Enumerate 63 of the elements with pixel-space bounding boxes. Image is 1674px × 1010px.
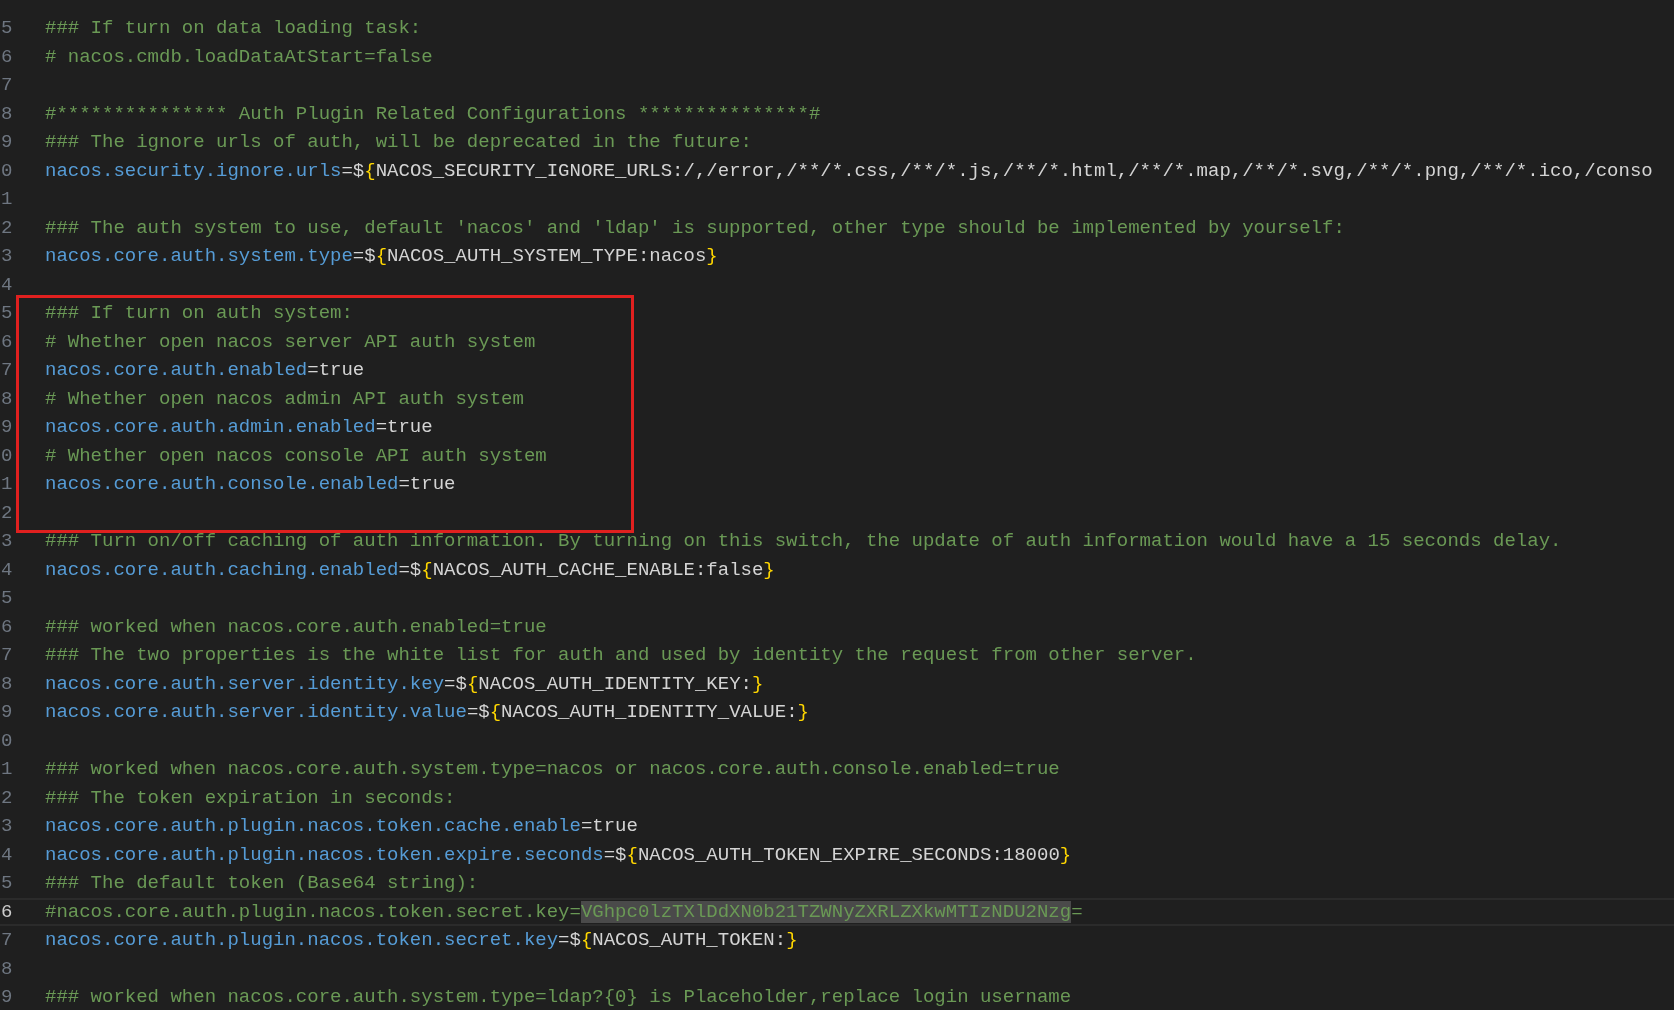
line-number: 1 [0, 758, 13, 781]
code-line: # Whether open nacos server API auth system [45, 330, 536, 353]
line-number: 1 [0, 188, 13, 211]
line-number: 3 [0, 815, 13, 838]
code-line: nacos.core.auth.admin.enabled=true [45, 416, 433, 439]
line-number: 7 [0, 929, 13, 952]
code-line: ### worked when nacos.core.auth.enabled=true [45, 615, 547, 638]
line-number: 8 [0, 387, 13, 410]
code-line: ### The two properties is the white list for auth and used by identity the request from other server. [45, 644, 1197, 667]
code-line: nacos.core.auth.server.identity.value=${NACOS_AUTH_IDENTITY_VALUE:} [45, 701, 809, 724]
line-number: 7 [0, 74, 13, 97]
line-number: 8 [0, 957, 13, 980]
code-line: nacos.core.auth.system.type=${NACOS_AUTH_SYSTEM_TYPE:nacos} [45, 245, 718, 268]
code-line: ### The default token (Base64 string): [45, 872, 479, 895]
code-line: nacos.core.auth.plugin.nacos.token.expire.seconds=${NACOS_AUTH_TOKEN_EXPIRE_SECONDS:18000} [45, 843, 1072, 866]
code-line: ### The ignore urls of auth, will be deprecated in the future: [45, 131, 752, 154]
code-line: nacos.security.ignore.urls=${NACOS_SECURITY_IGNORE_URLS:/,/error,/**/*.css,/**/*.js,/**/*.html,/**/*.map,/**/*.svg,/**/*.png,/**/*.ico,/conso [45, 159, 1653, 182]
line-number: 1 [0, 473, 13, 496]
line-number: 8 [0, 102, 13, 125]
code-line: ### Turn on/off caching of auth information. By turning on this switch, the update of auth information would have a 15 seconds delay. [45, 530, 1562, 553]
line-number: 7 [0, 359, 13, 382]
line-number: 6 [0, 330, 13, 353]
code-line: ### If turn on data loading task: [45, 17, 422, 40]
line-number: 3 [0, 245, 13, 268]
line-number: 4 [0, 558, 13, 581]
line-number: 0 [0, 159, 13, 182]
line-number: 6 [0, 45, 13, 68]
line-number: 5 [0, 302, 13, 325]
code-line: ### worked when nacos.core.auth.system.type=ldap?{0} is Placeholder,replace login username [45, 986, 1072, 1009]
line-number: 2 [0, 216, 13, 239]
code-line: nacos.core.auth.server.identity.key=${NACOS_AUTH_IDENTITY_KEY:} [45, 672, 764, 695]
code-line: nacos.core.auth.plugin.nacos.token.cache.enable=true [45, 815, 638, 838]
code-line: nacos.core.auth.console.enabled=true [45, 473, 456, 496]
code-line: nacos.core.auth.caching.enabled=${NACOS_AUTH_CACHE_ENABLE:false} [45, 558, 775, 581]
line-number: 0 [0, 444, 13, 467]
code-line: # Whether open nacos console API auth system [45, 444, 547, 467]
line-number: 9 [0, 416, 13, 439]
code-line: ### The token expiration in seconds: [45, 786, 456, 809]
line-number: 6 [0, 615, 13, 638]
line-number: 8 [0, 672, 13, 695]
line-number: 9 [0, 701, 13, 724]
line-number: 0 [0, 729, 13, 752]
line-number: 9 [0, 131, 13, 154]
line-number: 4 [0, 843, 13, 866]
code-line: ### The auth system to use, default 'nacos' and 'ldap' is supported, other type should be implemented by yourself: [45, 216, 1345, 239]
line-number: 5 [0, 587, 13, 610]
line-number: 2 [0, 501, 13, 524]
line-number: 2 [0, 786, 13, 809]
code-line: nacos.core.auth.plugin.nacos.token.secret.key=${NACOS_AUTH_TOKEN:} [45, 929, 798, 952]
line-number: 9 [0, 986, 13, 1009]
code-line: # nacos.cmdb.loadDataAtStart=false [45, 45, 433, 68]
code-line: ### worked when nacos.core.auth.system.type=nacos or nacos.core.auth.console.enabled=true [45, 758, 1060, 781]
line-number: 6 [0, 900, 13, 923]
line-number: 7 [0, 644, 13, 667]
line-number: 5 [0, 17, 13, 40]
line-number: 4 [0, 273, 13, 296]
code-line: nacos.core.auth.enabled=true [45, 359, 365, 382]
code-line: # Whether open nacos admin API auth system [45, 387, 524, 410]
code-line: ### If turn on auth system: [45, 302, 353, 325]
line-number: 3 [0, 530, 13, 553]
code-line: #nacos.core.auth.plugin.nacos.token.secret.key=VGhpc0lzTXlDdXN0b21TZWNyZXRLZXkwMTIzNDU2Nzg= [45, 900, 1083, 923]
code-line: #*************** Auth Plugin Related Configurations ***************# [45, 102, 821, 125]
line-number: 5 [0, 872, 13, 895]
